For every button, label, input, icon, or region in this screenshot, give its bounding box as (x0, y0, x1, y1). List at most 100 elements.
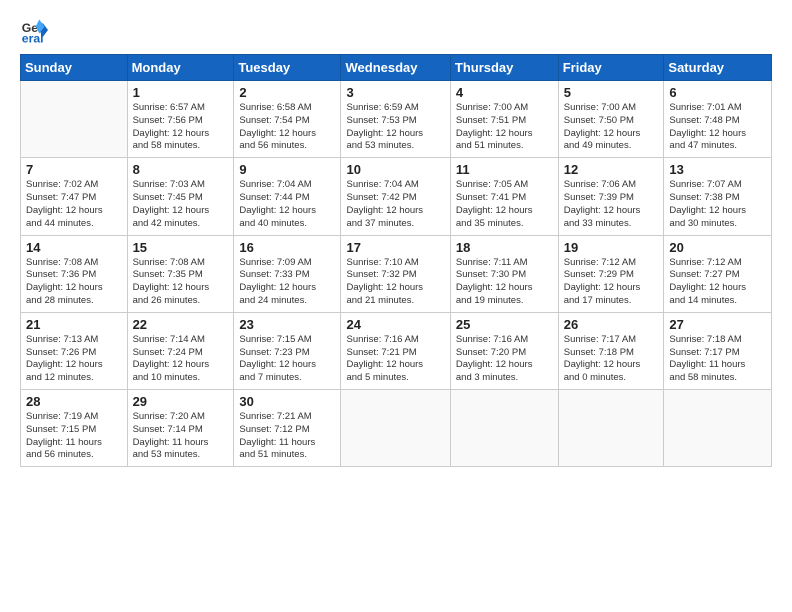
calendar-cell: 23Sunrise: 7:15 AM Sunset: 7:23 PM Dayli… (234, 312, 341, 389)
day-info: Sunrise: 7:07 AM Sunset: 7:38 PM Dayligh… (669, 179, 766, 230)
day-number: 30 (239, 394, 335, 409)
calendar-table: SundayMondayTuesdayWednesdayThursdayFrid… (20, 54, 772, 467)
day-info: Sunrise: 7:16 AM Sunset: 7:20 PM Dayligh… (456, 334, 553, 385)
day-info: Sunrise: 7:20 AM Sunset: 7:14 PM Dayligh… (133, 411, 229, 462)
calendar-cell (664, 390, 772, 467)
calendar-cell: 17 Sunrise: 7:10 AM Sunset: 7:32 PM Dayli… (341, 235, 450, 312)
calendar-cell: 22Sunrise: 7:14 AM Sunset: 7:24 PM Dayli… (127, 312, 234, 389)
day-number: 29 (133, 394, 229, 409)
day-number: 20 (669, 240, 766, 255)
day-info: Sunrise: 6:57 AM Sunset: 7:56 PM Dayligh… (133, 102, 229, 153)
logo: Gen eral (20, 16, 52, 44)
day-info: Sunrise: 7:00 AM Sunset: 7:51 PM Dayligh… (456, 102, 553, 153)
day-number: 8 (133, 162, 229, 177)
calendar-cell: 13Sunrise: 7:07 AM Sunset: 7:38 PM Dayli… (664, 158, 772, 235)
day-info: Sunrise: 7:14 AM Sunset: 7:24 PM Dayligh… (133, 334, 229, 385)
day-number: 11 (456, 162, 553, 177)
day-info: Sunrise: 7:16 AM Sunset: 7:21 PM Dayligh… (346, 334, 444, 385)
day-info: Sunrise: 7:12 AM Sunset: 7:27 PM Dayligh… (669, 257, 766, 308)
calendar-cell: 12 Sunrise: 7:06 AM Sunset: 7:39 PM Dayli… (558, 158, 664, 235)
day-number: 2 (239, 85, 335, 100)
calendar-cell: 28 Sunrise: 7:19 AM Sunset: 7:15 PM Dayli… (21, 390, 128, 467)
day-info: Sunrise: 7:01 AM Sunset: 7:48 PM Dayligh… (669, 102, 766, 153)
weekday-header-saturday: Saturday (664, 55, 772, 81)
day-number: 7 (26, 162, 122, 177)
day-info: Sunrise: 7:15 AM Sunset: 7:23 PM Dayligh… (239, 334, 335, 385)
day-number: 15 (133, 240, 229, 255)
calendar-cell: 24 Sunrise: 7:16 AM Sunset: 7:21 PM Dayli… (341, 312, 450, 389)
day-info: Sunrise: 7:08 AM Sunset: 7:35 PM Dayligh… (133, 257, 229, 308)
calendar-cell: 11 Sunrise: 7:05 AM Sunset: 7:41 PM Dayli… (450, 158, 558, 235)
day-info: Sunrise: 7:13 AM Sunset: 7:26 PM Dayligh… (26, 334, 122, 385)
calendar-cell (21, 81, 128, 158)
calendar-cell: 6 Sunrise: 7:01 AM Sunset: 7:48 PM Daylig… (664, 81, 772, 158)
calendar-cell: 5 Sunrise: 7:00 AM Sunset: 7:50 PM Daylig… (558, 81, 664, 158)
day-number: 6 (669, 85, 766, 100)
day-info: Sunrise: 7:19 AM Sunset: 7:15 PM Dayligh… (26, 411, 122, 462)
week-row-5: 28 Sunrise: 7:19 AM Sunset: 7:15 PM Dayli… (21, 390, 772, 467)
day-info: Sunrise: 7:12 AM Sunset: 7:29 PM Dayligh… (564, 257, 659, 308)
calendar-cell: 14 Sunrise: 7:08 AM Sunset: 7:36 PM Dayli… (21, 235, 128, 312)
calendar-cell: 9 Sunrise: 7:04 AM Sunset: 7:44 PM Daylig… (234, 158, 341, 235)
day-info: Sunrise: 7:00 AM Sunset: 7:50 PM Dayligh… (564, 102, 659, 153)
week-row-3: 14 Sunrise: 7:08 AM Sunset: 7:36 PM Dayli… (21, 235, 772, 312)
day-info: Sunrise: 7:17 AM Sunset: 7:18 PM Dayligh… (564, 334, 659, 385)
day-info: Sunrise: 7:06 AM Sunset: 7:39 PM Dayligh… (564, 179, 659, 230)
day-number: 25 (456, 317, 553, 332)
calendar-cell (341, 390, 450, 467)
calendar-cell: 15 Sunrise: 7:08 AM Sunset: 7:35 PM Dayli… (127, 235, 234, 312)
day-info: Sunrise: 7:05 AM Sunset: 7:41 PM Dayligh… (456, 179, 553, 230)
day-info: Sunrise: 7:02 AM Sunset: 7:47 PM Dayligh… (26, 179, 122, 230)
weekday-header-monday: Monday (127, 55, 234, 81)
day-number: 18 (456, 240, 553, 255)
calendar-cell: 4 Sunrise: 7:00 AM Sunset: 7:51 PM Daylig… (450, 81, 558, 158)
calendar-cell: 2 Sunrise: 6:58 AM Sunset: 7:54 PM Daylig… (234, 81, 341, 158)
day-number: 17 (346, 240, 444, 255)
day-info: Sunrise: 7:11 AM Sunset: 7:30 PM Dayligh… (456, 257, 553, 308)
day-info: Sunrise: 6:58 AM Sunset: 7:54 PM Dayligh… (239, 102, 335, 153)
day-info: Sunrise: 7:10 AM Sunset: 7:32 PM Dayligh… (346, 257, 444, 308)
day-number: 1 (133, 85, 229, 100)
calendar-cell (450, 390, 558, 467)
day-info: Sunrise: 7:08 AM Sunset: 7:36 PM Dayligh… (26, 257, 122, 308)
weekday-header-friday: Friday (558, 55, 664, 81)
day-number: 12 (564, 162, 659, 177)
day-number: 16 (239, 240, 335, 255)
day-number: 9 (239, 162, 335, 177)
calendar-cell: 3 Sunrise: 6:59 AM Sunset: 7:53 PM Daylig… (341, 81, 450, 158)
calendar-cell: 20 Sunrise: 7:12 AM Sunset: 7:27 PM Dayli… (664, 235, 772, 312)
week-row-1: 1 Sunrise: 6:57 AM Sunset: 7:56 PM Daylig… (21, 81, 772, 158)
weekday-header-thursday: Thursday (450, 55, 558, 81)
logo-icon: Gen eral (20, 16, 48, 44)
day-info: Sunrise: 7:18 AM Sunset: 7:17 PM Dayligh… (669, 334, 766, 385)
calendar-cell: 10 Sunrise: 7:04 AM Sunset: 7:42 PM Dayli… (341, 158, 450, 235)
day-number: 28 (26, 394, 122, 409)
calendar-cell: 29 Sunrise: 7:20 AM Sunset: 7:14 PM Dayli… (127, 390, 234, 467)
day-info: Sunrise: 7:04 AM Sunset: 7:44 PM Dayligh… (239, 179, 335, 230)
day-number: 4 (456, 85, 553, 100)
day-number: 19 (564, 240, 659, 255)
weekday-header-tuesday: Tuesday (234, 55, 341, 81)
calendar-cell (558, 390, 664, 467)
calendar-cell: 26 Sunrise: 7:17 AM Sunset: 7:18 PM Dayli… (558, 312, 664, 389)
day-number: 10 (346, 162, 444, 177)
weekday-header-row: SundayMondayTuesdayWednesdayThursdayFrid… (21, 55, 772, 81)
week-row-4: 21Sunrise: 7:13 AM Sunset: 7:26 PM Dayli… (21, 312, 772, 389)
week-row-2: 7 Sunrise: 7:02 AM Sunset: 7:47 PM Daylig… (21, 158, 772, 235)
calendar-cell: 19 Sunrise: 7:12 AM Sunset: 7:29 PM Dayli… (558, 235, 664, 312)
day-info: Sunrise: 7:09 AM Sunset: 7:33 PM Dayligh… (239, 257, 335, 308)
day-number: 14 (26, 240, 122, 255)
day-number: 5 (564, 85, 659, 100)
day-number: 3 (346, 85, 444, 100)
svg-text:eral: eral (22, 31, 44, 44)
day-info: Sunrise: 7:21 AM Sunset: 7:12 PM Dayligh… (239, 411, 335, 462)
day-info: Sunrise: 7:04 AM Sunset: 7:42 PM Dayligh… (346, 179, 444, 230)
day-info: Sunrise: 6:59 AM Sunset: 7:53 PM Dayligh… (346, 102, 444, 153)
day-info: Sunrise: 7:03 AM Sunset: 7:45 PM Dayligh… (133, 179, 229, 230)
calendar-cell: 27Sunrise: 7:18 AM Sunset: 7:17 PM Dayli… (664, 312, 772, 389)
calendar-cell: 1 Sunrise: 6:57 AM Sunset: 7:56 PM Daylig… (127, 81, 234, 158)
calendar-cell: 25 Sunrise: 7:16 AM Sunset: 7:20 PM Dayli… (450, 312, 558, 389)
day-number: 24 (346, 317, 444, 332)
calendar-cell: 7 Sunrise: 7:02 AM Sunset: 7:47 PM Daylig… (21, 158, 128, 235)
day-number: 26 (564, 317, 659, 332)
